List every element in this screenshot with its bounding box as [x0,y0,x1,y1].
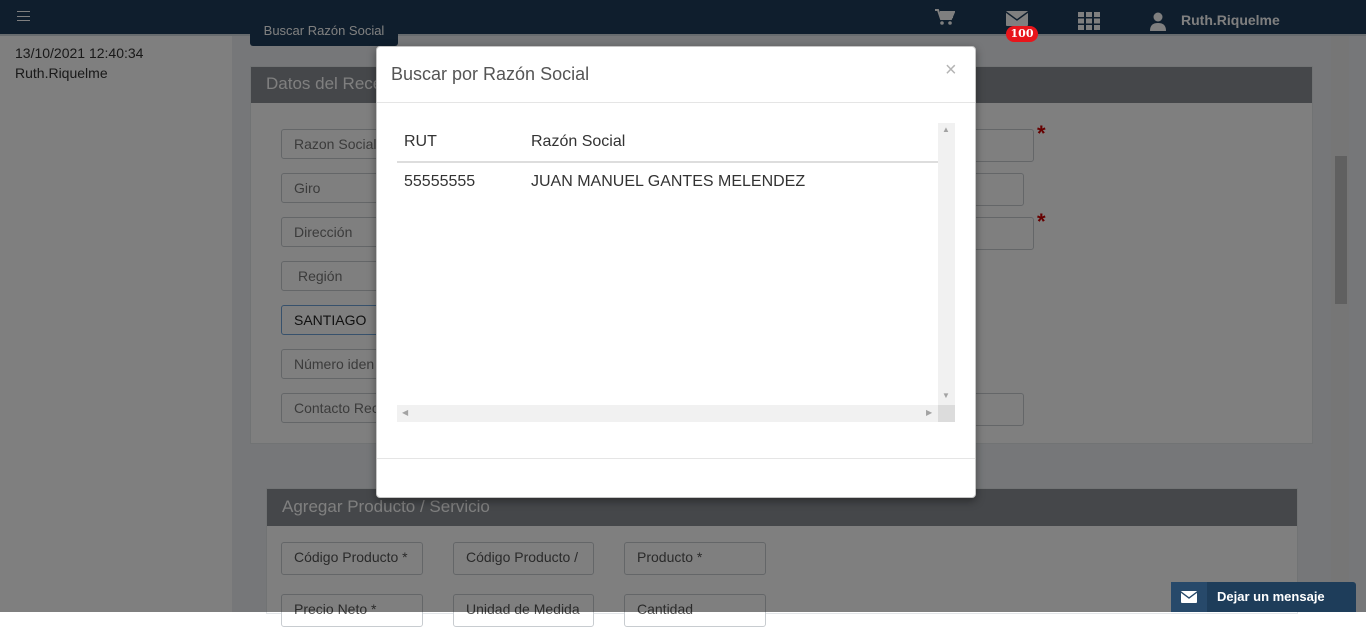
scroll-left-arrow-icon[interactable]: ◀ [402,408,408,417]
scroll-right-arrow-icon[interactable]: ▶ [926,408,932,417]
results-table: RUT Razón Social 55555555 JUAN MANUEL GA… [397,123,955,423]
search-modal: Buscar por Razón Social × RUT Razón Soci… [376,46,976,498]
divider [397,161,938,163]
close-icon[interactable]: × [945,59,957,82]
column-header-rut[interactable]: RUT [404,133,437,151]
cell-rut[interactable]: 55555555 [404,173,475,191]
table-horizontal-scrollbar[interactable]: ◀ ▶ [397,405,938,422]
leave-message-widget[interactable]: Dejar un mensaje [1171,582,1356,612]
cell-razon-social[interactable]: JUAN MANUEL GANTES MELENDEZ [531,173,805,191]
table-vertical-scrollbar[interactable]: ▲ ▼ [938,123,955,405]
column-header-razon-social[interactable]: Razón Social [531,133,625,151]
scroll-up-arrow-icon[interactable]: ▲ [942,125,950,134]
divider [377,458,975,459]
leave-message-label[interactable]: Dejar un mensaje [1217,589,1325,604]
scroll-down-arrow-icon[interactable]: ▼ [942,391,950,400]
scrollbar-corner [938,405,955,422]
mail-count-badge: 100 [1006,26,1038,42]
divider [377,102,975,103]
modal-title: Buscar por Razón Social [391,64,590,84]
envelope-icon [1171,582,1207,612]
